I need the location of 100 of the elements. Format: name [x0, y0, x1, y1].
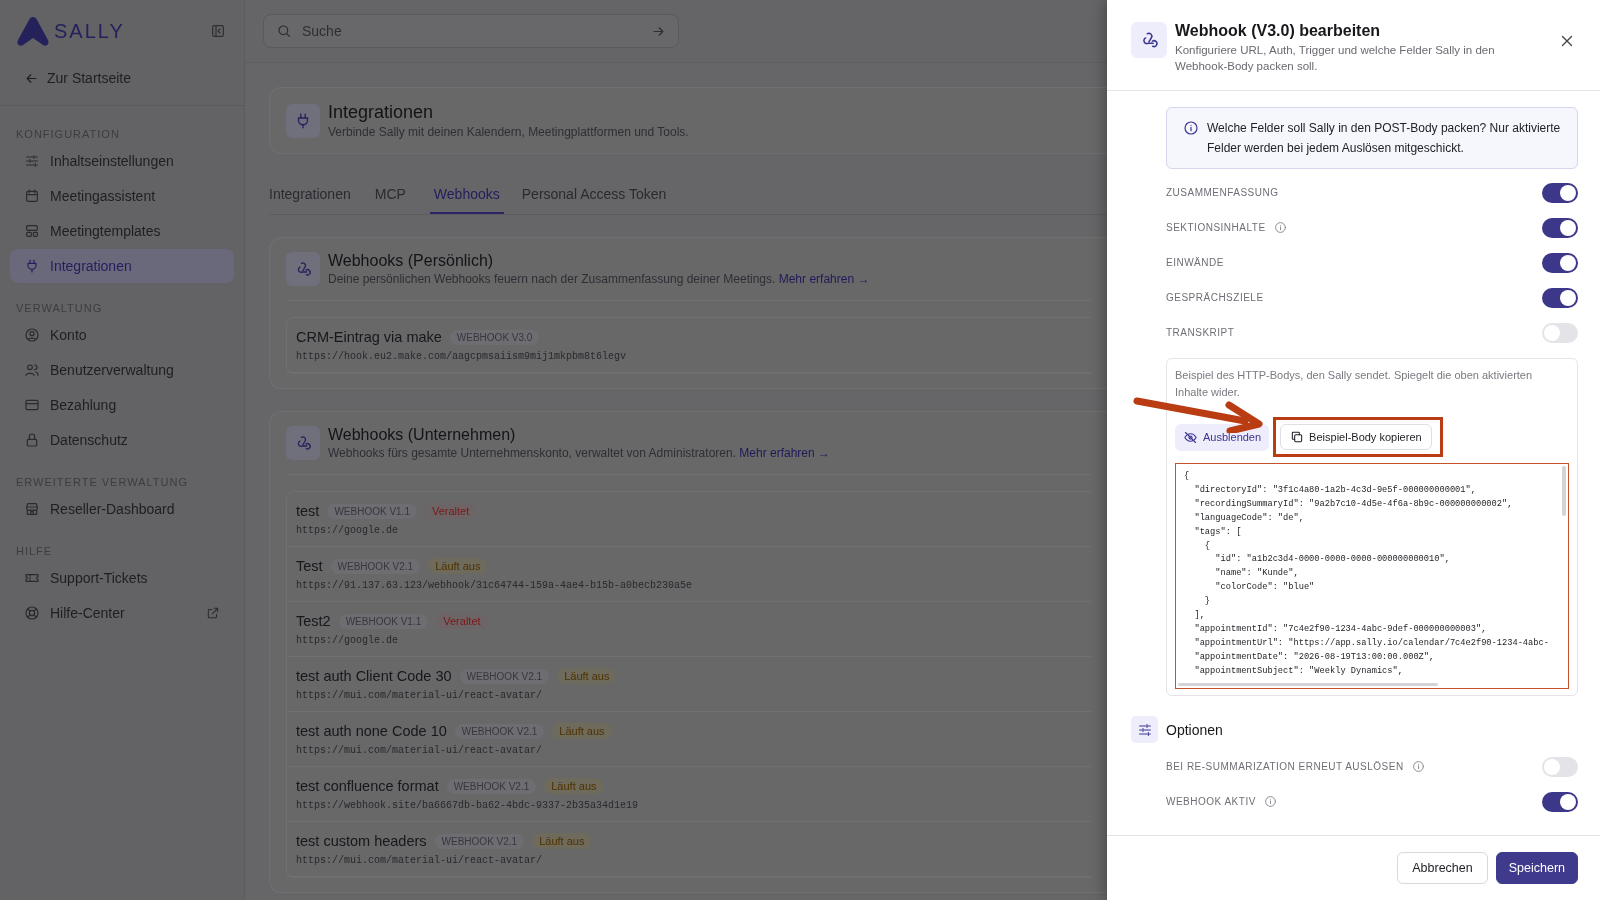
- webhook-name: test custom headers: [296, 833, 427, 849]
- toggle-switch[interactable]: [1542, 322, 1578, 343]
- field-label: SEKTIONSINHALTE: [1166, 222, 1266, 234]
- code-line: "colorCode": "blue": [1214, 581, 1315, 595]
- search-field[interactable]: Suche: [263, 14, 679, 48]
- field-label: EINWÄNDE: [1166, 257, 1224, 269]
- toggle-switch[interactable]: [1542, 791, 1578, 812]
- group-title: Webhooks (Persönlich): [328, 252, 495, 270]
- tab[interactable]: MCP: [374, 178, 412, 214]
- users-icon: [24, 362, 40, 378]
- save-button[interactable]: Speichern: [1495, 852, 1578, 884]
- webhook-url: https://mui.com/material-ui/react-avatar/: [296, 745, 543, 756]
- copy-icon: [1290, 430, 1305, 445]
- hide-button[interactable]: Ausblenden: [1175, 423, 1270, 451]
- learn-more-link[interactable]: Mehr erfahren →: [739, 446, 831, 460]
- code-line: "directoryId": "3f1c4a80-1a2b-4c3d-9e5f-000000000001",: [1193, 483, 1476, 497]
- sidebar-item[interactable]: Datenschutz: [10, 423, 234, 457]
- toggle-switch[interactable]: [1542, 252, 1578, 273]
- status-badge: Läuft aus: [428, 558, 488, 574]
- sidebar-item[interactable]: Konto: [10, 318, 234, 352]
- sidebar-collapse-icon: [210, 23, 226, 39]
- webhook-name: Test2: [296, 613, 331, 629]
- toggle-switch[interactable]: [1542, 756, 1578, 777]
- webhook-name: CRM-Eintrag via make: [296, 329, 442, 345]
- code-line: "tags": [: [1193, 525, 1242, 539]
- drawer-title: Webhook (V3.0) bearbeiten: [1175, 22, 1382, 40]
- page-title: Integrationen: [328, 102, 435, 123]
- sidebar-item[interactable]: Bezahlung: [10, 388, 234, 422]
- scrollbar-thumb: [1562, 466, 1566, 517]
- lock-icon: [24, 432, 40, 448]
- code-line: "appointmentSubject": "Weekly Dynamics",: [1193, 664, 1403, 678]
- status-badge: Läuft aus: [557, 668, 617, 684]
- toggle-switch[interactable]: [1542, 217, 1578, 238]
- webhook-url: https://mui.com/material-ui/react-avatar/: [296, 690, 543, 701]
- code-line: "languageCode": "de",: [1193, 511, 1304, 525]
- toggle-switch[interactable]: [1542, 182, 1578, 203]
- tab[interactable]: Integrationen: [269, 178, 357, 214]
- webhook-name: test auth Client Code 30: [296, 668, 452, 684]
- code-line: {: [1203, 539, 1211, 553]
- sliders-icon: [24, 153, 40, 169]
- group-description: Webhooks fürs gesamte Unternehmenskonto, verwaltet von Administratoren. Mehr erfahren →: [328, 446, 831, 460]
- credit-card-icon: [24, 397, 40, 413]
- group-title: Webhooks (Unternehmen): [328, 426, 517, 444]
- section-title: Optionen: [1166, 721, 1223, 738]
- webhook-url: https://mui.com/material-ui/react-avatar/: [296, 855, 543, 866]
- store-icon: [24, 501, 40, 517]
- status-badge: Veraltet: [436, 613, 488, 629]
- drawer-subtitle: Konfiguriere URL, Auth, Trigger und welche Felder Sally in den Webhook-Body packen soll.: [1175, 43, 1496, 74]
- sidebar-item[interactable]: Inhaltseinstellungen: [10, 144, 234, 178]
- logo-mark-icon: [16, 15, 50, 47]
- status-badge: Läuft aus: [552, 723, 612, 739]
- info-icon: [1183, 120, 1199, 137]
- logo: SALLY: [16, 15, 125, 47]
- layout-icon: [24, 223, 40, 239]
- group-description: Deine persönlichen Webhooks feuern nach der Zusammenfassung deiner Meetings. Mehr erfahren →: [328, 272, 870, 286]
- field-label: GESPRÄCHSZIELE: [1166, 292, 1264, 304]
- webhook-url: https://hook.eu2.make.com/aagcpmsaiism9mij1mkpbm8t6legv: [296, 351, 627, 362]
- sidebar-item[interactable]: Integrationen: [10, 249, 234, 283]
- webhook-url: https://google.de: [296, 635, 399, 646]
- search-icon: [276, 23, 292, 39]
- sidebar-item[interactable]: Meetingtemplates: [10, 214, 234, 248]
- toggle-switch[interactable]: [1542, 287, 1578, 308]
- status-badge: Veraltet: [424, 503, 477, 519]
- webhook-name: test confluence format: [296, 778, 439, 794]
- sidebar-item[interactable]: Hilfe-Center: [10, 596, 234, 630]
- cancel-button[interactable]: Abbrechen: [1397, 852, 1488, 884]
- page-subtitle: Verbinde Sally mit deinen Kalendern, Meetingplattformen und Tools.: [328, 125, 689, 139]
- sidebar-item[interactable]: Support-Tickets: [10, 561, 234, 595]
- sidebar-item[interactable]: Meetingassistent: [10, 179, 234, 213]
- code-line: }: [1203, 595, 1211, 609]
- search-input[interactable]: Suche: [300, 22, 643, 40]
- webhook-url: https://webhook.site/ba6667db-ba62-4bdc-9337-2b35a34d1e19: [296, 800, 639, 811]
- webhook-url: https://google.de: [296, 525, 399, 536]
- field-label: TRANSKRIPT: [1166, 327, 1235, 339]
- sliders-icon: [1136, 721, 1153, 738]
- example-hint: Beispiel des HTTP-Bodys, den Sally sendet. Spiegelt die oben aktivierten Inhalte wider.: [1175, 368, 1534, 401]
- sidebar-item[interactable]: Benutzerverwaltung: [10, 353, 234, 387]
- code-line: ],: [1193, 609, 1205, 623]
- user-circle-icon: [24, 327, 40, 343]
- calendar-icon: [24, 188, 40, 204]
- field-label: ZUSAMMENFASSUNG: [1166, 187, 1279, 199]
- code-line: "recordingSummaryId": "9a2b7c10-4d5e-4f6a-8b9c-000000000002",: [1193, 497, 1513, 511]
- tab[interactable]: Personal Access Token: [521, 178, 673, 214]
- code-line: "appointmentId": "7c4e2f90-1234-4abc-9def-000000000003",: [1193, 623, 1487, 636]
- status-badge: Läuft aus: [532, 833, 592, 849]
- back-link[interactable]: Zur Startseite: [10, 62, 146, 94]
- webhook-name: Test: [296, 558, 323, 574]
- code-line: {: [1184, 470, 1190, 484]
- learn-more-link[interactable]: Mehr erfahren →: [778, 272, 870, 286]
- field-label: BEI RE-SUMMARIZATION ERNEUT AUSLÖSEN: [1166, 761, 1404, 773]
- webhook-name: test auth none Code 10: [296, 723, 447, 739]
- lifebuoy-icon: [24, 605, 40, 621]
- status-badge: Läuft aus: [544, 778, 604, 794]
- field-label: WEBHOOK AKTIV: [1166, 796, 1256, 808]
- eye-off-icon: [1183, 429, 1198, 445]
- code-line: "appointmentDate": "2026-08-19T13:00:00.000Z",: [1193, 650, 1435, 664]
- tab[interactable]: Webhooks: [429, 178, 504, 214]
- copy-button[interactable]: Beispiel-Body kopieren: [1280, 424, 1432, 451]
- sidebar-item[interactable]: Reseller-Dashboard: [10, 492, 234, 526]
- code-line: "id": "a1b2c3d4-0000-0000-0000-000000000010",: [1214, 553, 1450, 567]
